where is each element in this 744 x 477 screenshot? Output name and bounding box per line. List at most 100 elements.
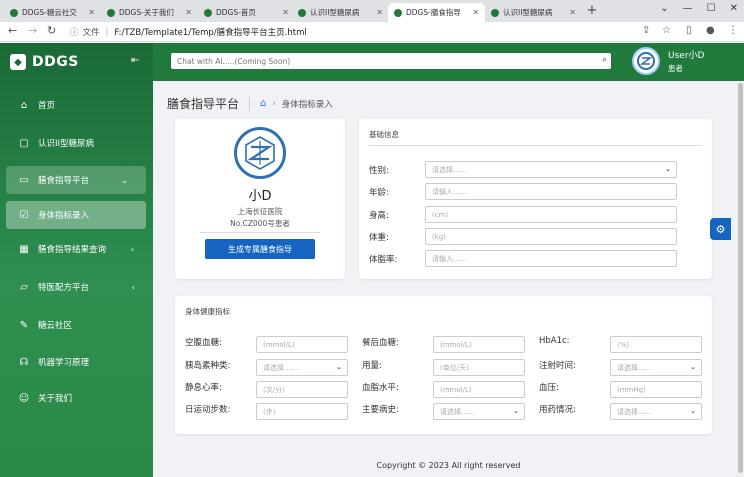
hba1c-input[interactable]: (%) [610,336,702,353]
footer: Copyright © 2023 All right reserved [376,461,521,470]
sidebar-toggle-icon[interactable]: ▯ [686,25,692,36]
user-circle-icon: ☺ [18,392,30,404]
collapse-sidebar-icon[interactable]: ⇤ [131,55,139,66]
close-icon[interactable]: ✕ [569,8,576,17]
back-icon[interactable]: ← [8,24,17,37]
sidebar-item-about[interactable]: ☺ 关于我们 [0,384,153,412]
main-content: 膳食指导平台 ⌂ › 身体指标录入 小D 上海长征医院 No.CZ000号患者 … [153,81,744,477]
profile-name: 小D [248,189,272,204]
age-input[interactable]: 请输入...... [425,183,677,200]
close-icon[interactable]: ✕ [376,8,383,17]
close-icon[interactable]: ✕ [730,3,738,14]
folder-icon: ▱ [20,281,28,293]
weight-input[interactable]: (kg) [425,228,677,245]
sidebar-item-diet-platform[interactable]: ▭ 膳食指导平台 ⌄ [6,166,146,194]
favicon-icon [107,8,115,17]
user-info[interactable]: User小D 患者 [632,47,704,75]
browser-tab[interactable]: 认识II型糖尿病 ✕ [292,3,389,22]
browser-tab[interactable]: DDGS-首页 ✕ [198,3,295,22]
sidebar-item-ml[interactable]: ☊ 机器学习原理 [0,348,153,376]
generate-diet-button[interactable]: 生成专属膳食指导 [205,239,315,259]
chevron-left-icon: ‹ [131,282,135,292]
maximize-icon[interactable]: ☐ [707,3,716,14]
new-tab-button[interactable]: + [584,3,600,19]
form-row: 性别: 请选择...... ⌄ [369,161,677,178]
close-icon[interactable]: ✕ [185,8,192,17]
height-input[interactable]: (cm) [425,206,677,223]
blood-pressure-input[interactable]: (mmHg) [610,381,702,398]
close-icon[interactable]: ✕ [88,8,95,17]
edit-icon: ☑ [19,209,29,221]
logo-icon: ◆ [10,54,26,70]
sidebar-item-diet-results[interactable]: ▦ 膳食指导结果查询 ‹ [6,235,146,263]
dosage-input[interactable]: (单位/天) [433,359,525,376]
favicon-icon [10,8,18,17]
home-icon[interactable]: ⌂ [260,98,266,109]
sidebar-item-home[interactable]: ⌂ 首页 [0,91,153,119]
fasting-glucose-input[interactable]: (mmol/L) [256,336,348,353]
headset-icon: ☊ [19,356,29,368]
chevron-left-icon: ‹ [130,244,134,254]
menu-dots-icon[interactable]: ⋮ [728,25,738,36]
chevron-down-icon[interactable]: ⌄ [660,3,668,14]
section-title: 身体健康指标 [185,307,230,316]
share-icon[interactable]: ⇪ [642,25,650,36]
profile-org: 上海长征医院 [237,207,283,216]
page-header: 膳食指导平台 ⌂ › 身体指标录入 [167,95,333,112]
star-icon[interactable]: ☆ [662,25,671,36]
gender-select[interactable]: 请选择...... ⌄ [425,161,677,178]
search-box: ⌕ [171,53,611,69]
favicon-icon [298,8,306,17]
chevron-right-icon: › [272,98,276,109]
sidebar-item-community[interactable]: ✎ 糖云社区 [0,311,153,339]
medication-select[interactable]: 请选择...... ⌄ [610,403,702,420]
section-title: 基础信息 [369,130,399,139]
browser-tab[interactable]: 认识II型糖尿病 ✕ [485,3,582,22]
form-row: 年龄: 请输入...... [369,183,677,200]
chevron-down-icon: ⌄ [513,407,519,415]
blood-lipid-input[interactable]: (mmol/L) [433,381,525,398]
sidebar-item-diabetes[interactable]: ▢ 认识II型糖尿病 [0,129,153,157]
bookmark-icon: ▢ [19,137,29,149]
reload-icon[interactable]: ↻ [47,24,56,37]
url-field[interactable]: ⓘ 文件 | F:/TZB/Template1/Temp/膳食指导平台主页.ht… [70,25,307,39]
browser-tab-active[interactable]: DDGS-膳食指导 ✕ [388,3,485,22]
sidebar-item-formula[interactable]: ▱ 特医配方平台 ‹ [0,273,153,301]
postprandial-glucose-input[interactable]: (mmol/L) [433,336,525,353]
browser-tab[interactable]: DDGS-糖云社交 ✕ [4,3,101,22]
daily-steps-input[interactable]: (步) [256,403,348,420]
chevron-down-icon: ⌄ [690,407,696,415]
profile-number: No.CZ000号患者 [230,219,290,228]
medical-history-select[interactable]: 请选择...... ⌄ [433,403,525,420]
browser-tab[interactable]: DDGS-关于我们 ✕ [101,3,198,22]
resting-heart-rate-input[interactable]: (次/分) [256,381,348,398]
search-icon[interactable]: ⌕ [602,55,607,65]
gear-icon[interactable]: ⚙ [710,218,731,240]
form-row: 体脂率: 请输入...... [369,250,677,267]
favicon-icon [204,8,212,17]
sidebar-item-body-metrics[interactable]: ☑ 身体指标录入 [6,201,146,229]
avatar [632,47,660,75]
monitor-icon: ▭ [19,174,29,186]
profile-card: 小D 上海长征医院 No.CZ000号患者 生成专属膳食指导 [175,119,345,279]
insulin-type-select[interactable]: 请选择...... ⌄ [256,359,348,376]
close-icon[interactable]: ✕ [472,8,479,17]
body-fat-input[interactable]: 请输入...... [425,250,677,267]
brand: ◆ DDGS ⇤ [0,43,153,81]
hospital-logo-icon [234,127,286,179]
search-input[interactable] [171,53,591,69]
sidebar: ◆ DDGS ⇤ ⌂ 首页 ▢ 认识II型糖尿病 ▭ 膳食指导平台 ⌄ ☑ 身体指标录入 … [0,43,153,477]
scrollbar[interactable] [737,81,744,477]
injection-time-select[interactable]: 请选择...... ⌄ [610,359,702,376]
address-bar: ← → ↻ ⓘ 文件 | F:/TZB/Template1/Temp/膳食指导平… [0,22,744,42]
user-role: 患者 [668,64,683,73]
browser-tabbar: DDGS-糖云社交 ✕ DDGS-关于我们 ✕ DDGS-首页 ✕ 认识II型糖尿病 ✕… [0,0,744,22]
close-icon[interactable]: ✕ [282,8,289,17]
breadcrumb: ⌂ › 身体指标录入 [260,98,333,110]
page-title: 膳食指导平台 [167,97,240,111]
forward-icon[interactable]: → [28,24,37,37]
minimize-icon[interactable]: — [683,3,693,14]
edit-square-icon: ✎ [19,319,29,331]
form-row: 体重: (kg) [369,228,677,245]
profile-icon[interactable]: ● [706,25,715,36]
